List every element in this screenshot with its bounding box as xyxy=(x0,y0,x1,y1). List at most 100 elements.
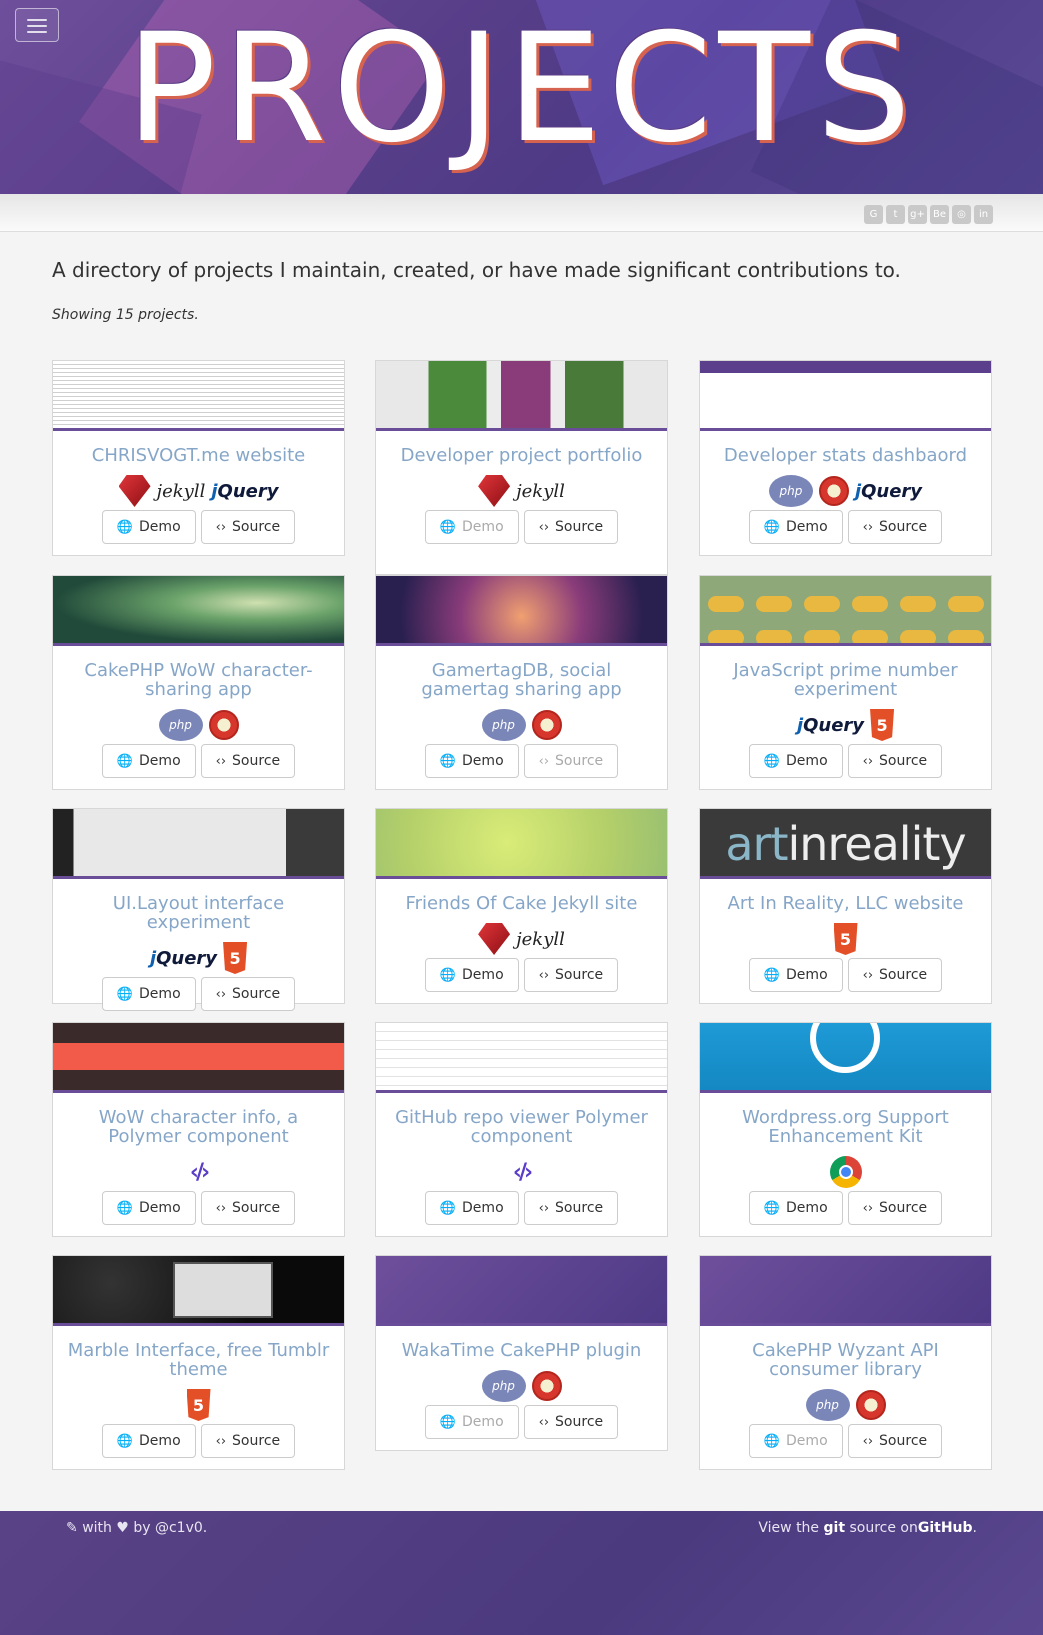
project-title[interactable]: JavaScript prime number experiment xyxy=(700,661,991,699)
project-title[interactable]: Wordpress.org Support Enhancement Kit xyxy=(700,1108,991,1146)
foc-screenshot[interactable] xyxy=(376,809,667,879)
wakatime-screenshot[interactable] xyxy=(376,1256,667,1326)
marble-screenshot[interactable] xyxy=(53,1256,344,1326)
source-button[interactable]: ‹› Source xyxy=(523,1191,619,1225)
project-title[interactable]: WakaTime CakePHP plugin xyxy=(376,1341,667,1360)
wyzant-screenshot[interactable] xyxy=(700,1256,991,1326)
number-pill xyxy=(756,630,792,643)
footer-period: . xyxy=(972,1520,977,1536)
portfolio-screenshot[interactable] xyxy=(376,361,667,431)
artinreality-screenshot[interactable]: artinreality xyxy=(700,809,991,879)
demo-button[interactable]: 🌐 Demo xyxy=(748,744,843,778)
google-plus-icon[interactable]: g+ xyxy=(908,205,927,224)
demo-button[interactable]: 🌐 Demo xyxy=(101,977,196,1011)
source-button[interactable]: ‹› Source xyxy=(200,510,296,544)
behance-icon[interactable]: Be xyxy=(930,205,949,224)
gamertag-screenshot[interactable] xyxy=(376,576,667,646)
demo-button[interactable]: 🌐 Demo xyxy=(424,958,519,992)
project-title[interactable]: Friends Of Cake Jekyll site xyxy=(376,894,667,913)
page-title: PROJECTS xyxy=(125,2,918,176)
project-actions: 🌐 Demo ‹› Source xyxy=(700,744,991,778)
demo-button[interactable]: 🌐 Demo xyxy=(748,1191,843,1225)
project-title[interactable]: Developer project portfolio xyxy=(376,446,667,465)
code-icon: ‹› xyxy=(215,1200,227,1216)
source-button[interactable]: ‹› Source xyxy=(523,1405,619,1439)
demo-button[interactable]: 🌐 Demo xyxy=(101,510,196,544)
code-icon: ‹› xyxy=(538,1200,550,1216)
project-title[interactable]: UI.Layout interface experiment xyxy=(53,894,344,932)
project-title[interactable]: Developer stats dashbaord xyxy=(700,446,991,465)
demo-label: Demo xyxy=(462,1200,504,1216)
source-label: Source xyxy=(879,1200,928,1216)
source-button[interactable]: ‹› Source xyxy=(523,510,619,544)
demo-button[interactable]: 🌐 Demo xyxy=(101,1424,196,1458)
cakephp-logo-icon xyxy=(208,710,239,740)
pencil-icon: ✎ xyxy=(66,1520,78,1536)
demo-button[interactable]: 🌐 Demo xyxy=(748,510,843,544)
demo-label: Demo xyxy=(786,753,828,769)
source-button[interactable]: ‹› Source xyxy=(847,744,943,778)
source-label: Source xyxy=(232,519,281,535)
project-title[interactable]: WoW character info, a Polymer component xyxy=(53,1108,344,1146)
wow-polymer-screenshot[interactable] xyxy=(53,1023,344,1093)
number-pill xyxy=(708,596,744,612)
number-pill xyxy=(804,630,840,643)
intro-lead: A directory of projects I maintain, crea… xyxy=(52,258,901,282)
globe-icon: 🌐 xyxy=(763,519,781,535)
prime-screenshot[interactable] xyxy=(700,576,991,646)
source-button[interactable]: ‹› Source xyxy=(847,958,943,992)
inreality-text: inreality xyxy=(787,817,966,871)
source-label: Source xyxy=(879,753,928,769)
project-title[interactable]: GamertagDB, social gamertag sharing app xyxy=(376,661,667,699)
project-title[interactable]: Art In Reality, LLC website xyxy=(700,894,991,913)
source-button[interactable]: ‹› Source xyxy=(847,1191,943,1225)
source-label: Source xyxy=(232,986,281,1002)
jquery-logo: jQuery xyxy=(211,481,278,502)
polymer-logo: ‹/› xyxy=(512,1159,533,1185)
source-button[interactable]: ‹› Source xyxy=(200,977,296,1011)
source-button[interactable]: ‹› Source xyxy=(847,1424,943,1458)
project-actions: 🌐 Demo ‹› Source xyxy=(376,1191,667,1225)
code-icon: ‹› xyxy=(538,967,550,983)
project-title[interactable]: GitHub repo viewer Polymer component xyxy=(376,1108,667,1146)
demo-button[interactable]: 🌐 Demo xyxy=(424,744,519,778)
wow-app-screenshot[interactable] xyxy=(53,576,344,646)
source-button[interactable]: ‹› Source xyxy=(200,1424,296,1458)
github-link[interactable]: GitHub xyxy=(918,1520,973,1536)
tech-logos: php xyxy=(53,709,344,741)
project-actions: 🌐 Demo ‹› Source xyxy=(700,510,991,544)
footer-by[interactable]: by @c1v0. xyxy=(133,1520,207,1536)
chrisvogt-screenshot[interactable] xyxy=(53,361,344,431)
project-title[interactable]: Marble Interface, free Tumblr theme xyxy=(53,1341,344,1379)
source-label: Source xyxy=(232,1433,281,1449)
uilayout-screenshot[interactable] xyxy=(53,809,344,879)
wordpress-screenshot[interactable] xyxy=(700,1023,991,1093)
demo-button[interactable]: 🌐 Demo xyxy=(748,958,843,992)
demo-button[interactable]: 🌐 Demo xyxy=(101,1191,196,1225)
project-actions: 🌐 Demo ‹› Source xyxy=(53,1424,344,1458)
linkedin-icon[interactable]: in xyxy=(974,205,993,224)
tech-logos: jekyll xyxy=(376,475,667,507)
project-card: artinreality Art In Reality, LLC website 5… xyxy=(699,808,992,1004)
stats-screenshot[interactable] xyxy=(700,361,991,431)
project-title[interactable]: CakePHP Wyzant API consumer library xyxy=(700,1341,991,1379)
twitter-icon[interactable]: t xyxy=(886,205,905,224)
number-pill xyxy=(708,630,744,643)
demo-button[interactable]: 🌐 Demo xyxy=(424,1191,519,1225)
globe-icon: 🌐 xyxy=(763,967,781,983)
project-title[interactable]: CakePHP WoW character-sharing app xyxy=(53,661,344,699)
source-button[interactable]: ‹› Source xyxy=(200,1191,296,1225)
source-label: Source xyxy=(232,1200,281,1216)
globe-icon: 🌐 xyxy=(116,1433,134,1449)
source-button[interactable]: ‹› Source xyxy=(200,744,296,778)
source-button[interactable]: ‹› Source xyxy=(847,510,943,544)
demo-button[interactable]: 🌐 Demo xyxy=(101,744,196,778)
github-icon[interactable]: G xyxy=(864,205,883,224)
github-viewer-screenshot[interactable] xyxy=(376,1023,667,1093)
project-title[interactable]: CHRISVOGT.me website xyxy=(53,446,344,465)
demo-button: 🌐 Demo xyxy=(424,1405,519,1439)
instagram-icon[interactable]: ◎ xyxy=(952,205,971,224)
source-button: ‹› Source xyxy=(523,744,619,778)
source-label: Source xyxy=(879,519,928,535)
source-button[interactable]: ‹› Source xyxy=(523,958,619,992)
